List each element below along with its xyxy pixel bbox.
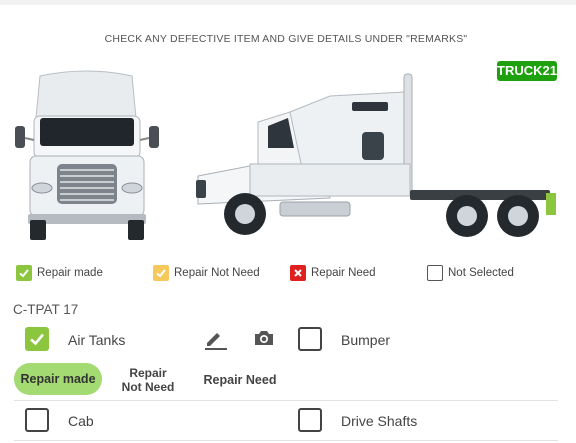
row-divider: [14, 400, 558, 401]
legend-repair-made: Repair made: [16, 265, 103, 281]
repair-not-need-button[interactable]: Repair Not Need: [112, 365, 184, 395]
truck-front-image: [15, 70, 159, 240]
instruction-text: CHECK ANY DEFECTIVE ITEM AND GIVE DETAIL…: [104, 33, 468, 45]
camera-button[interactable]: [252, 327, 276, 349]
bumper-label: Bumper: [341, 332, 391, 348]
cab-label: Cab: [68, 413, 94, 429]
legend-repair-need: Repair Need: [290, 265, 376, 281]
legend-repair-not-need: Repair Not Need: [153, 265, 260, 281]
air-tanks-label: Air Tanks: [68, 332, 126, 348]
legend-label: Repair made: [37, 267, 103, 279]
drive-shafts-checkbox[interactable]: [298, 408, 322, 432]
pencil-icon: [205, 333, 227, 350]
row-divider: [14, 440, 558, 441]
cab-checkbox[interactable]: [25, 408, 49, 432]
legend-label: Repair Need: [311, 267, 376, 279]
air-tanks-checkbox[interactable]: [25, 327, 49, 351]
edit-button[interactable]: [202, 327, 228, 351]
drive-shafts-label: Drive Shafts: [341, 413, 418, 429]
repair-made-button[interactable]: Repair made: [14, 363, 102, 395]
truck-side-image: [196, 73, 556, 237]
legend-not-selected: Not Selected: [427, 265, 514, 281]
empty-box-icon: [427, 265, 443, 281]
legend-label: Repair Not Need: [174, 267, 260, 279]
legend-label: Not Selected: [448, 267, 514, 279]
top-bar: [0, 0, 576, 5]
camera-icon: [255, 331, 273, 345]
repair-need-button[interactable]: Repair Need: [196, 372, 284, 388]
x-icon: [290, 265, 306, 281]
bumper-checkbox[interactable]: [298, 327, 322, 351]
check-icon: [16, 265, 32, 281]
section-title: C-TPAT 17: [13, 302, 79, 317]
check-icon: [153, 265, 169, 281]
